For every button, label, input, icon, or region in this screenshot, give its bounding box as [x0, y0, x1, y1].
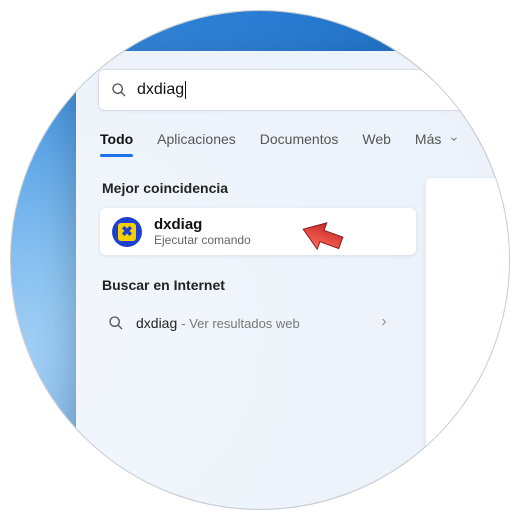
web-result-query: dxdiag — [136, 315, 177, 331]
search-query-text: dxdiag — [137, 81, 184, 99]
search-icon — [111, 82, 127, 98]
tab-more[interactable]: Más — [415, 125, 459, 157]
filter-tabs: Todo Aplicaciones Documentos Web Más — [76, 125, 510, 158]
best-match-heading: Mejor coincidencia — [102, 180, 416, 196]
tab-apps[interactable]: Aplicaciones — [157, 125, 236, 157]
pointer-arrow-annotation — [296, 216, 346, 261]
chevron-down-icon — [445, 131, 459, 147]
dxdiag-icon — [112, 217, 142, 247]
open-external-icon[interactable] — [438, 443, 456, 466]
search-internet-heading: Buscar en Internet — [102, 277, 416, 293]
best-match-result[interactable]: dxdiag Ejecutar comando — [100, 208, 416, 255]
tab-web[interactable]: Web — [362, 125, 391, 157]
details-pane — [426, 178, 510, 478]
web-result-suffix: - Ver resultados web — [181, 316, 300, 331]
search-panel: dxdiag Todo Aplicaciones Documentos Web … — [76, 51, 510, 510]
chevron-right-icon — [378, 315, 402, 331]
search-input[interactable]: dxdiag — [98, 69, 510, 111]
tab-documents[interactable]: Documentos — [260, 125, 339, 157]
web-result-item[interactable]: dxdiag - Ver resultados web — [100, 305, 416, 341]
result-subtitle: Ejecutar comando — [154, 233, 251, 247]
search-icon — [108, 315, 124, 331]
tab-all[interactable]: Todo — [100, 125, 133, 157]
text-caret — [185, 81, 186, 99]
result-title: dxdiag — [154, 216, 251, 233]
